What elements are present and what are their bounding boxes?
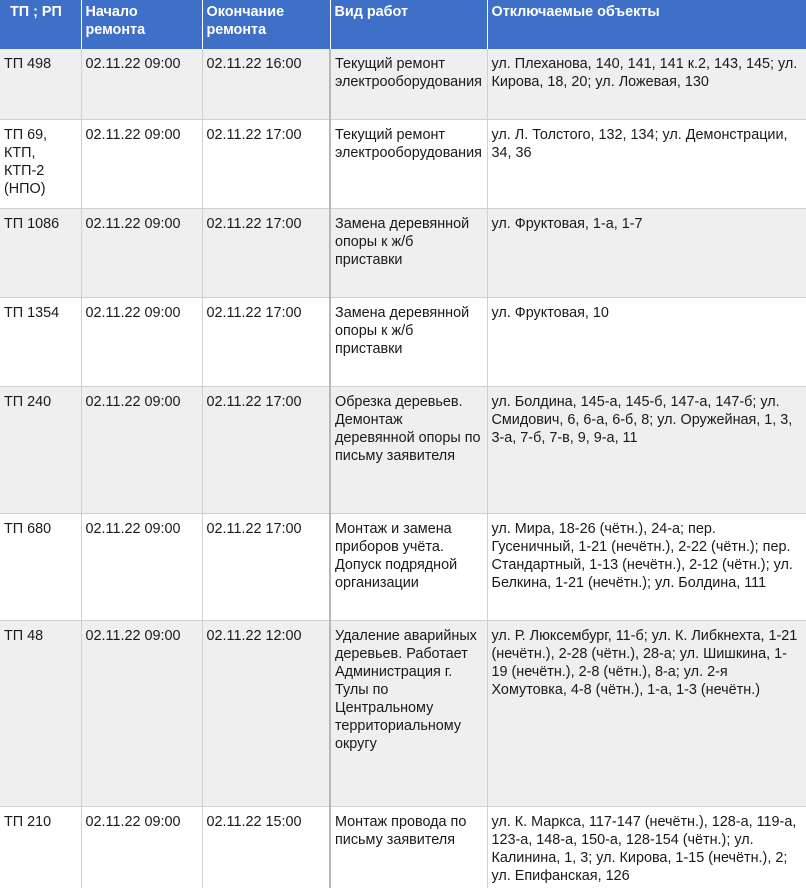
cell-end: 02.11.22 17:00 [201,297,330,387]
cell-start: 02.11.22 09:00 [80,513,202,621]
cell-work-type: Замена деревянной опоры к ж/б приставки [329,297,487,387]
cell-end: 02.11.22 17:00 [201,208,330,298]
cell-work-type: Удаление аварийных деревьев. Работает Ад… [329,620,487,807]
cell-start: 02.11.22 09:00 [80,119,202,209]
cell-objects: ул. Болдина, 145-а, 145-б, 147-а, 147-б;… [486,386,806,514]
table-row: ТП 1086 02.11.22 09:00 02.11.22 17:00 За… [0,208,806,298]
cell-end: 02.11.22 12:00 [201,620,330,807]
header-objects: Отключаемые объекты [486,0,806,49]
cell-start: 02.11.22 09:00 [80,49,202,120]
cell-tp: ТП 69, КТП, КТП-2 (НПО) [0,119,81,209]
cell-objects: ул. Фруктовая, 1-а, 1-7 [486,208,806,298]
cell-tp: ТП 680 [0,513,81,621]
table-row: ТП 498 02.11.22 09:00 02.11.22 16:00 Тек… [0,49,806,120]
cell-objects: ул. Л. Толстого, 132, 134; ул. Демонстра… [486,119,806,209]
cell-objects: ул. К. Маркса, 117-147 (нечётн.), 128-а,… [486,806,806,888]
cell-tp: ТП 240 [0,386,81,514]
cell-tp: ТП 1354 [0,297,81,387]
header-tp: ТП ; РП [0,0,81,49]
cell-start: 02.11.22 09:00 [80,208,202,298]
cell-work-type: Текущий ремонт электрооборудования [329,49,487,120]
cell-work-type: Замена деревянной опоры к ж/б приставки [329,208,487,298]
cell-start: 02.11.22 09:00 [80,806,202,888]
cell-start: 02.11.22 09:00 [80,620,202,807]
table-row: ТП 48 02.11.22 09:00 02.11.22 12:00 Удал… [0,620,806,807]
cell-objects: ул. Плеханова, 140, 141, 141 к.2, 143, 1… [486,49,806,120]
cell-end: 02.11.22 15:00 [201,806,330,888]
header-end: Окончание ремонта [201,0,330,49]
cell-objects: ул. Фруктовая, 10 [486,297,806,387]
cell-start: 02.11.22 09:00 [80,297,202,387]
header-row: ТП ; РП Начало ремонта Окончание ремонта… [0,0,806,49]
table-body: ТП 498 02.11.22 09:00 02.11.22 16:00 Тек… [0,49,806,888]
cell-objects: ул. Р. Люксембург, 11-б; ул. К. Либкнехт… [486,620,806,807]
table-header: ТП ; РП Начало ремонта Окончание ремонта… [0,0,806,49]
table-row: ТП 210 02.11.22 09:00 02.11.22 15:00 Мон… [0,806,806,888]
cell-tp: ТП 48 [0,620,81,807]
table-row: ТП 1354 02.11.22 09:00 02.11.22 17:00 За… [0,297,806,387]
header-work-type: Вид работ [329,0,487,49]
cell-tp: ТП 498 [0,49,81,120]
cell-end: 02.11.22 17:00 [201,513,330,621]
table-row: ТП 69, КТП, КТП-2 (НПО) 02.11.22 09:00 0… [0,119,806,209]
table-row: ТП 680 02.11.22 09:00 02.11.22 17:00 Мон… [0,513,806,621]
header-start: Начало ремонта [80,0,202,49]
cell-end: 02.11.22 17:00 [201,119,330,209]
cell-end: 02.11.22 16:00 [201,49,330,120]
cell-end: 02.11.22 17:00 [201,386,330,514]
cell-tp: ТП 210 [0,806,81,888]
table-row: ТП 240 02.11.22 09:00 02.11.22 17:00 Обр… [0,386,806,514]
cell-work-type: Текущий ремонт электрооборудования [329,119,487,209]
cell-work-type: Монтаж провода по письму заявителя [329,806,487,888]
cell-start: 02.11.22 09:00 [80,386,202,514]
cell-work-type: Монтаж и замена приборов учёта. Допуск п… [329,513,487,621]
outage-schedule-table: ТП ; РП Начало ремонта Окончание ремонта… [0,0,806,888]
cell-objects: ул. Мира, 18-26 (чётн.), 24-а; пер. Гусе… [486,513,806,621]
cell-work-type: Обрезка деревьев. Демонтаж деревянной оп… [329,386,487,514]
cell-tp: ТП 1086 [0,208,81,298]
